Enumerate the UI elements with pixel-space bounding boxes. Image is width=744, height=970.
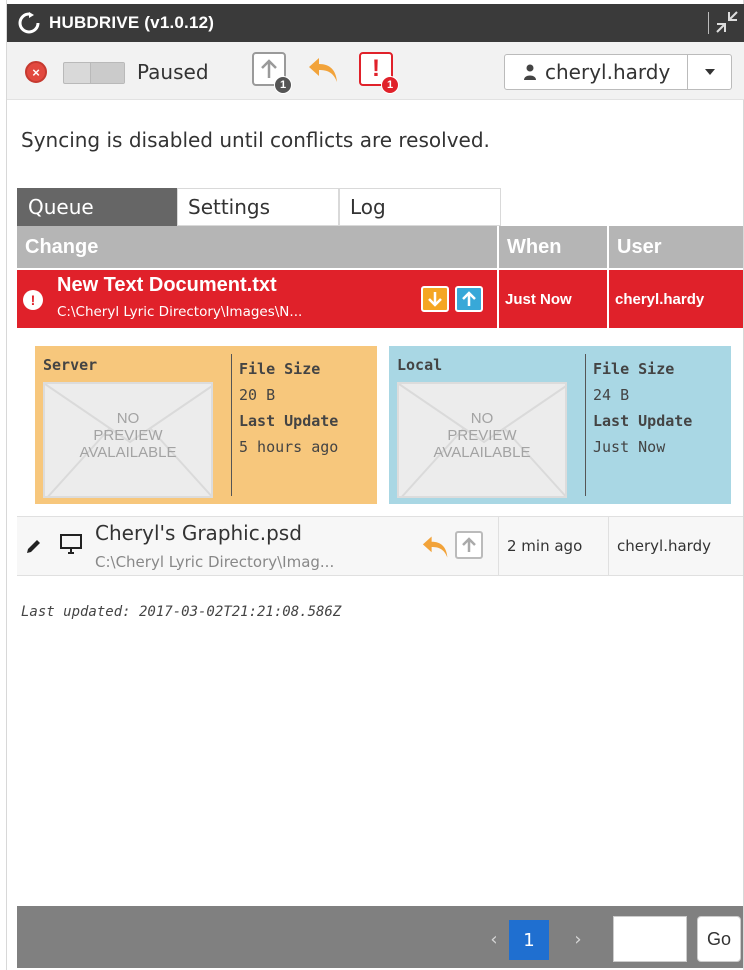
toolbar: × Paused 1 ! 1 cheryl.hardy [7, 42, 744, 100]
sync-message: Syncing is disabled until conflicts are … [21, 128, 490, 152]
queue-table: Change When User ! New Text Document.txt… [17, 226, 743, 576]
local-meta: File Size 24 B Last Update Just Now [593, 356, 692, 460]
user-cell: cheryl.hardy [615, 290, 705, 308]
local-file-size: 24 B [593, 386, 630, 404]
upload-icon[interactable] [455, 531, 483, 559]
go-button[interactable]: Go [697, 916, 741, 962]
arrow-down-icon[interactable] [421, 286, 449, 312]
conflict-alert-icon: ! [23, 290, 43, 310]
monitor-icon [59, 533, 83, 559]
change-cell: ! New Text Document.txt C:\Cheryl Lyric … [17, 270, 499, 328]
header-when[interactable]: When [499, 226, 609, 268]
server-last-update: 5 hours ago [239, 438, 339, 456]
server-meta: File Size 20 B Last Update 5 hours ago [239, 356, 338, 460]
revert-button[interactable] [307, 54, 341, 90]
last-updated: Last updated: 2017-03-02T21:21:08.586Z [21, 604, 342, 620]
caret-down-icon[interactable] [687, 55, 731, 89]
local-last-update: Just Now [593, 438, 666, 456]
file-path: C:\Cheryl Lyric Directory\Imag... [95, 553, 335, 571]
tab-bar: Queue Settings Log [17, 188, 501, 226]
local-panel[interactable]: Local NO PREVIEW AVALAILABLE File Size 2… [389, 346, 731, 504]
prev-page-button[interactable]: ‹ [479, 920, 509, 958]
close-circle-icon[interactable]: × [25, 61, 47, 83]
pagination: ‹ 1 › Go [17, 906, 743, 968]
user-name: cheryl.hardy [545, 60, 671, 84]
undo-icon [307, 58, 341, 90]
panel-divider [585, 354, 586, 496]
sync-icon [17, 11, 41, 35]
change-cell: Cheryl's Graphic.psd C:\Cheryl Lyric Dir… [17, 517, 499, 575]
header-user[interactable]: User [609, 226, 743, 268]
tab-settings[interactable]: Settings [177, 188, 339, 226]
user-menu-button[interactable]: cheryl.hardy [504, 54, 732, 90]
panel-divider [231, 354, 232, 496]
local-preview: NO PREVIEW AVALAILABLE [397, 382, 567, 498]
arrow-up-icon[interactable] [455, 286, 483, 312]
when-cell: Just Now [499, 270, 609, 328]
upload-button[interactable]: 1 [252, 52, 292, 94]
local-label: Local [397, 356, 443, 374]
page-number-input[interactable] [613, 916, 687, 962]
user-cell: cheryl.hardy [617, 537, 711, 555]
upload-badge: 1 [274, 76, 292, 94]
title-bar: HUBDRIVE (v1.0.12) [7, 4, 744, 42]
server-file-size: 20 B [239, 386, 276, 404]
when-cell: 2 min ago [499, 517, 609, 575]
pencil-icon [25, 537, 43, 559]
table-row[interactable]: ! New Text Document.txt C:\Cheryl Lyric … [17, 268, 743, 328]
collapse-icon[interactable] [715, 10, 739, 34]
page-1-button[interactable]: 1 [509, 920, 549, 960]
hubdrive-window: HUBDRIVE (v1.0.12) × Paused 1 ! 1 cheryl… [6, 0, 744, 970]
title-separator [708, 12, 709, 34]
no-preview-text: NO PREVIEW AVALAILABLE [433, 410, 531, 461]
no-preview-text: NO PREVIEW AVALAILABLE [79, 410, 177, 461]
toggle-knob [90, 63, 124, 83]
table-header: Change When User [17, 226, 743, 268]
conflict-compare: Server NO PREVIEW AVALAILABLE File Size … [17, 328, 743, 516]
server-panel[interactable]: Server NO PREVIEW AVALAILABLE File Size … [35, 346, 377, 504]
status-label: Paused [137, 60, 209, 84]
undo-icon[interactable] [421, 533, 451, 565]
table-row[interactable]: Cheryl's Graphic.psd C:\Cheryl Lyric Dir… [17, 516, 743, 576]
user-icon [515, 64, 545, 80]
server-preview: NO PREVIEW AVALAILABLE [43, 382, 213, 498]
file-name: New Text Document.txt [57, 274, 277, 296]
header-change[interactable]: Change [17, 226, 499, 268]
conflict-badge: 1 [381, 76, 399, 94]
conflicts-button[interactable]: ! 1 [359, 52, 399, 94]
file-path: C:\Cheryl Lyric Directory\Images\N... [57, 304, 303, 320]
server-label: Server [43, 356, 98, 374]
app-title: HUBDRIVE (v1.0.12) [49, 13, 215, 32]
sync-toggle[interactable] [63, 62, 125, 84]
tab-queue[interactable]: Queue [17, 188, 177, 226]
tab-log[interactable]: Log [339, 188, 501, 226]
next-page-button[interactable]: › [563, 920, 593, 958]
file-name: Cheryl's Graphic.psd [95, 521, 302, 545]
